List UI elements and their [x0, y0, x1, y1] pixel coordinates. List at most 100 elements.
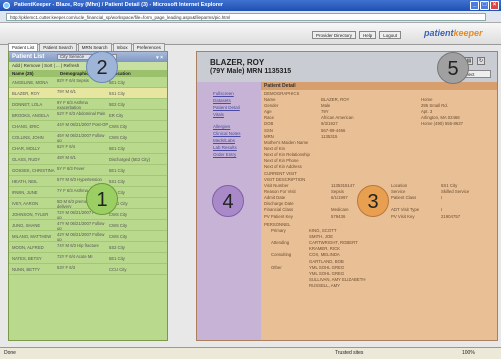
patient-name-cell: BROOKS, ANGELA [12, 113, 50, 118]
patient-demo-cell: 53Y F 6/3 [57, 265, 76, 270]
field-label: Next of Kin Address [264, 164, 302, 170]
nav-link[interactable]: Meds/Labs [197, 137, 261, 144]
table-row[interactable]: ANGELINE, MONA 82Y F 6/4 Sepsis 5E1 City [9, 77, 167, 88]
patient-name-cell: IRWIN, JUNE [12, 190, 38, 195]
patient-name-cell: GLASS, RUDY [12, 157, 41, 162]
status-text: Done [4, 350, 16, 356]
logo-text-accent: keeper [453, 28, 483, 38]
table-row[interactable]: JOHNSON, TYLER 72Y M 06/21/2007 Follow up… [9, 209, 167, 220]
patient-location-cell: 5E1 City [109, 146, 125, 151]
tab-mrn-search[interactable]: MRN Search [77, 43, 112, 51]
table-row[interactable]: DONNET, LOLA 9Y F 6/3 Asthma exacerbation… [9, 99, 167, 110]
minimize-icon[interactable]: _ [470, 1, 479, 10]
table-row[interactable]: MILANO, MATTHEW 42Y M 06/21/2007 Follow u… [9, 231, 167, 242]
patient-location-cell: 5S1 City [109, 179, 125, 184]
callout-badge: 5 [437, 52, 469, 84]
nav-link[interactable]: Lab Results [197, 144, 261, 151]
table-row[interactable]: BROOKS, ANGELA 52Y F 6/3 Abdominal Pain ER… [9, 110, 167, 121]
patient-location-cell: CWS City [109, 135, 128, 140]
ie-logo-icon [3, 2, 10, 9]
field-label: PV Patient Key [264, 213, 293, 219]
patient-name-cell: MILANO, MATTHEW [12, 234, 52, 239]
tab-preferences[interactable]: Preferences [132, 43, 165, 51]
patient-location-cell: CWS City [109, 223, 128, 228]
table-row[interactable]: HEATH, NEIL 57Y M 6/3 Hypertension 5S1 Cit… [9, 176, 167, 187]
callout-badge: 4 [212, 185, 244, 217]
patient-location-cell: ER City [109, 113, 124, 118]
nav-link[interactable]: Allergies [197, 123, 261, 130]
field-value: I [441, 195, 443, 201]
patient-demo-cell: 9Y F 6/3 Asthma exacerbation [57, 100, 88, 109]
patient-rows: ANGELINE, MONA 82Y F 6/4 Sepsis 5E1 City BL… [9, 77, 167, 275]
patient-name-cell: JUNG, SHANE [12, 223, 41, 228]
tab-patient-list[interactable]: Patient List [8, 43, 39, 51]
patient-demo-cell: 79Y M 6/1 [57, 89, 77, 94]
table-row[interactable]: GOSSEK, CHRISTINA 5Y F 6/3 Fever 5E1 City [9, 165, 167, 176]
patient-location-cell: Discharged (5E2 City) [109, 157, 150, 162]
table-row[interactable]: JUNG, SHANE 47Y M 06/21/2007 Follow up CWS… [9, 220, 167, 231]
table-row[interactable]: GLASS, RUDY 48Y M 6/1 Discharged (5E2 City… [9, 154, 167, 165]
logo-text-main: patient [424, 28, 454, 38]
main-tabs: Patient List Patient Search MRN Search I… [8, 43, 165, 51]
patient-name-cell: GOSSEK, CHRISTINA [12, 168, 55, 173]
patient-list-title: Patient List [12, 54, 45, 60]
patient-demo-cell: 42Y M 06/21/2007 Follow up [57, 232, 105, 241]
address-bar: http://pklemc1.cutter.keeper.com/ucle_fi… [0, 11, 501, 23]
maximize-icon[interactable]: □ [480, 1, 489, 10]
patient-location-cell: CCU City [109, 267, 127, 272]
patient-location-cell: 5E2 City [109, 102, 125, 107]
nav-link[interactable]: Fullscreen [197, 90, 261, 97]
patient-demo-cell: 72Y F 6/4 Acute MI [57, 254, 93, 259]
field-value: 6/1/1997 [331, 195, 348, 201]
status-bar: Done Trusted sites 100% [0, 347, 501, 359]
patient-location-cell: 5E1 City [109, 80, 125, 85]
patientkeeper-logo: patientkeeper [424, 28, 483, 38]
patient-name-cell: CHANG, ERIC [12, 124, 40, 129]
patient-location-cell: CWS City [109, 124, 128, 129]
refresh-icon[interactable]: ↻ [477, 57, 485, 65]
field-label: PV Visit Key [391, 213, 415, 219]
patient-demographics: (79Y Male) MRN 1135315 [210, 68, 292, 75]
table-row[interactable]: BLAZER, ROY 79Y M 6/1 5S1 City [9, 88, 167, 99]
nav-link[interactable]: Order Entry [197, 151, 261, 158]
patient-location-cell: 5S1 City [109, 91, 125, 96]
patient-name: BLAZER, ROY [210, 58, 265, 67]
nav-link[interactable]: Clinical Notes [197, 130, 261, 137]
tab-patient-search[interactable]: Patient Search [39, 43, 77, 51]
patient-demo-cell: 74Y M 6/3 Hip fracture [57, 243, 99, 248]
tab-inbox[interactable]: Inbox [112, 43, 132, 51]
patient-name-cell: NATES, BETSY [12, 256, 42, 261]
patient-name-cell: NUNN, BETTY [12, 267, 40, 272]
patient-demo-cell: 47Y M 06/21/2007 Follow up [57, 221, 105, 230]
patient-name-cell: CHAR, MOLLY [12, 146, 41, 151]
field-value: 1135315 [321, 133, 338, 139]
field-label: Other [271, 264, 282, 270]
help-button[interactable]: Help [359, 31, 377, 39]
logout-button[interactable]: Logout [379, 31, 402, 39]
table-row[interactable]: NUNN, BETTY 53Y F 6/3 CCU City [9, 264, 167, 275]
table-row[interactable]: COLLINS, JOHN 45Y M 06/21/2007 Follow up C… [9, 132, 167, 143]
table-row[interactable]: MOON, ALFRED 74Y M 6/3 Hip fracture 5S2 Ci… [9, 242, 167, 253]
window-title: PatientKeeper - Blaze, Roy (Mhn) / Patie… [14, 2, 224, 8]
list-options-icon[interactable]: ▾ × [156, 53, 163, 63]
col-name[interactable]: Name (25) [9, 70, 57, 77]
zoom-level[interactable]: 100% [462, 348, 475, 359]
nav-link[interactable]: Patient Detail [197, 104, 261, 111]
patient-name-cell: BLAZER, ROY [12, 91, 40, 96]
patient-name-cell: HEATH, NEIL [12, 179, 38, 184]
close-icon[interactable]: × [490, 1, 499, 10]
patient-name-cell: IVEY, AARON [12, 201, 38, 206]
table-row[interactable]: CHANG, ERIC 44Y M 06/21/2007 Post-OP CWS C… [9, 121, 167, 132]
url-field[interactable]: http://pklemc1.cutter.keeper.com/ucle_fi… [6, 13, 486, 21]
nav-link[interactable]: Vitals [197, 111, 261, 118]
nav-link[interactable]: Datasets [197, 97, 261, 104]
table-row[interactable]: NATES, BETSY 72Y F 6/4 Acute MI 5E1 City [9, 253, 167, 264]
patient-detail-header: Patient Detail [261, 82, 497, 90]
callout-badge: 2 [86, 51, 118, 83]
field-value: 21904757 [441, 213, 461, 219]
table-row[interactable]: CHAR, MOLLY 62Y F 6/4 5E1 City [9, 143, 167, 154]
callout-badge: 3 [357, 185, 389, 217]
patient-name-cell: ANGELINE, MONA [12, 80, 49, 85]
provider-directory-button[interactable]: Provider Directory [312, 31, 357, 39]
patient-name-cell: JOHNSON, TYLER [12, 212, 49, 217]
